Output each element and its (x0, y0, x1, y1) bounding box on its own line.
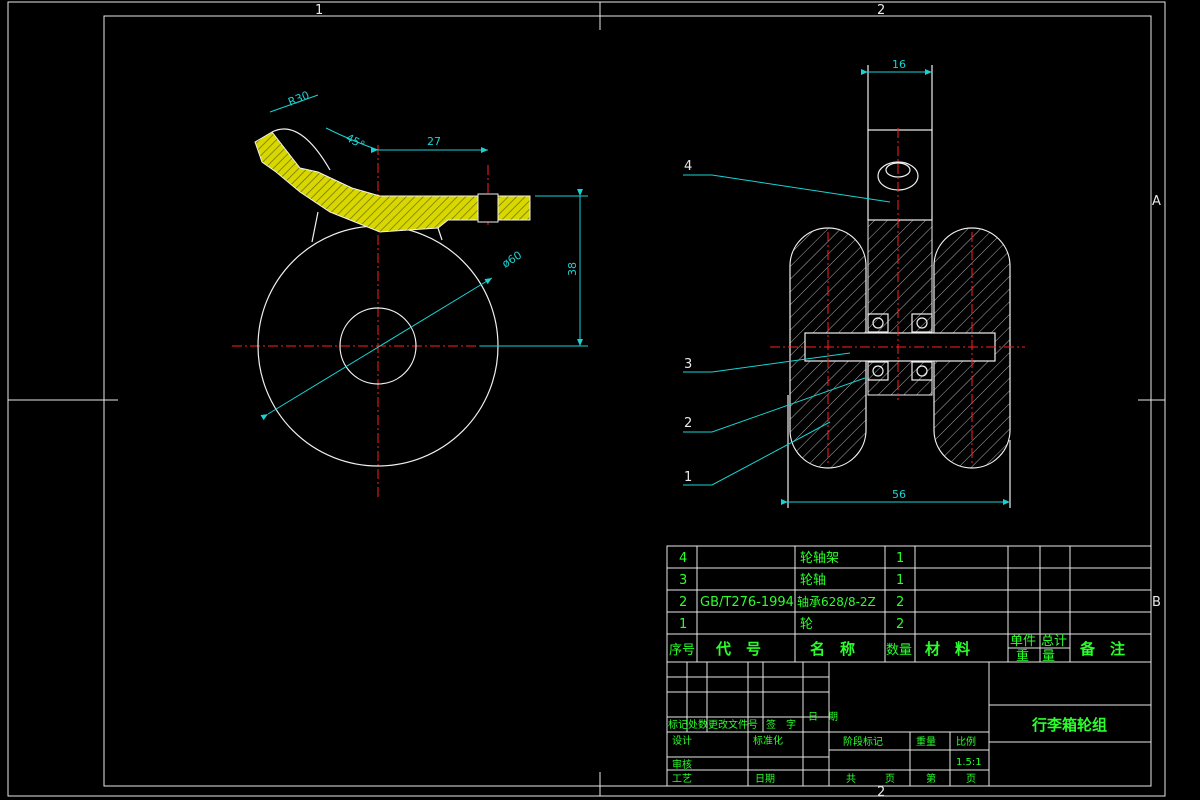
tb-scale-label: 比例 (956, 735, 976, 748)
tb-date: 日期 (755, 773, 775, 785)
front-section-view: 16 56 4 3 2 1 (683, 58, 1025, 508)
bracket-bolt-hole (477, 193, 499, 223)
tb-review: 审核 (672, 758, 692, 771)
drawing-canvas: 1 2 2 A B R30 45° 27 38 ø60 16 56 4 3 2 … (0, 0, 1200, 800)
dim-angle-45: 45° (344, 131, 367, 152)
cad-drawing: 1 2 2 A B R30 45° 27 38 ø60 16 56 4 3 2 … (7, 1, 1166, 800)
bom-header-remark: 备 注 (1079, 640, 1125, 658)
bom-row-name: 轴承628/8-2Z (797, 594, 876, 609)
tb-standard: 标准化 (753, 734, 783, 747)
balloon-4: 4 (684, 159, 692, 174)
bom-header-code: 代 号 (715, 640, 761, 658)
axle-holder-section (867, 219, 933, 396)
dim-16: 16 (892, 58, 906, 71)
tb-count: 处数 (688, 718, 708, 731)
title-block: 标记 处数 更改文件号 签 字 日 期 设计 标准化 审核 工艺 日期 阶段标记… (666, 661, 1152, 787)
tb-process: 工艺 (672, 773, 692, 785)
bom-row-no: 4 (679, 551, 687, 566)
bom-row-name: 轮 (800, 617, 813, 632)
bom-header-name: 名 称 (810, 640, 855, 658)
balloon-2: 2 (684, 416, 692, 431)
bom-row-code: GB/T276-1994 (700, 595, 794, 610)
bracket-leg-left (311, 211, 319, 243)
bom-header-qty: 数量 (886, 643, 912, 658)
tb-scale: 1.5:1 (956, 757, 982, 768)
bom-row-qty: 2 (896, 595, 904, 610)
balloon-1: 1 (684, 470, 692, 485)
dim-dia60: ø60 (500, 249, 524, 271)
tb-design: 设计 (672, 734, 692, 747)
leader-4 (683, 174, 891, 203)
bom-header-unit: 单件 (1010, 634, 1036, 649)
bom-row-qty: 1 (896, 573, 904, 588)
bom-header-total: 总计 (1041, 634, 1067, 649)
zone-label-a: A (1152, 194, 1161, 209)
dim-dia60-line (260, 277, 493, 421)
tb-sign: 签 字 (766, 718, 796, 731)
dim-56: 56 (892, 488, 906, 501)
bom-row-qty: 1 (896, 551, 904, 566)
bom-row-no: 1 (679, 617, 687, 632)
zone-label-b: B (1152, 595, 1161, 610)
bom-row-qty: 2 (896, 617, 904, 632)
bom-header-no: 序号 (669, 643, 695, 658)
balloon-3: 3 (684, 357, 692, 372)
tb-total: 共 (846, 773, 856, 785)
drawing-title: 行李箱轮组 (1031, 716, 1107, 734)
bom-row-name: 轮轴架 (800, 551, 839, 566)
bom-row-name: 轮轴 (800, 573, 826, 588)
tb-date-v: 日 期 (808, 711, 838, 723)
bom-header-material: 材 料 (925, 640, 970, 658)
zone-label-top-2: 2 (877, 3, 885, 18)
side-view: R30 45° 27 38 ø60 (232, 89, 588, 500)
zone-label-bottom-2: 2 (877, 785, 885, 800)
tb-weight: 重量 (916, 735, 936, 748)
bom-row-no: 2 (679, 595, 687, 610)
dim-r30: R30 (286, 89, 311, 109)
bom-row-no: 3 (679, 573, 687, 588)
bom-table: 4 轮轴架 1 3 轮轴 1 2 GB/T276-1994 轴承628/8-2Z… (666, 545, 1152, 664)
zone-label-top-1: 1 (315, 3, 323, 18)
dim-38: 38 (566, 262, 579, 276)
tb-of: 第 (926, 772, 936, 785)
dim-27: 27 (427, 135, 441, 148)
bracket-leg-right (437, 227, 443, 241)
tb-change-doc: 更改文件号 (708, 718, 758, 731)
tb-mark: 标记 (668, 719, 688, 731)
tb-sheet: 页 (885, 773, 895, 785)
tb-stage-mark: 阶段标记 (843, 735, 883, 748)
tb-page: 页 (966, 773, 976, 785)
